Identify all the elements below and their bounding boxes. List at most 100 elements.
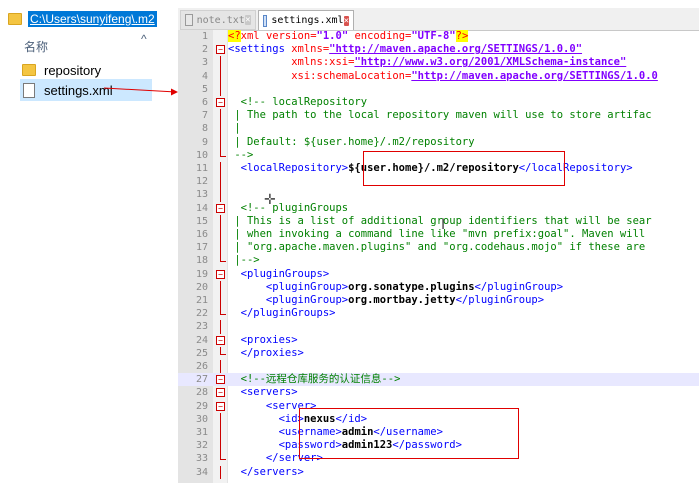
line-number: 6 bbox=[201, 97, 208, 108]
close-icon[interactable]: ✕ bbox=[343, 15, 349, 26]
fold-toggle-icon[interactable]: − bbox=[216, 388, 225, 398]
code-text: </servers> bbox=[228, 466, 304, 479]
fold-end-marker bbox=[220, 307, 226, 316]
code-line[interactable]: 26 bbox=[178, 360, 699, 374]
code-token: <servers> bbox=[228, 386, 298, 399]
line-number: 14 bbox=[195, 202, 208, 214]
code-line[interactable]: 6− <!-- localRepository bbox=[178, 96, 699, 109]
fold-end-marker bbox=[220, 452, 226, 461]
line-number: 10 bbox=[195, 149, 208, 161]
code-line[interactable]: 8 | bbox=[178, 122, 699, 136]
line-number: 1 bbox=[201, 31, 208, 42]
fold-line-marker bbox=[220, 241, 221, 255]
code-token: | Default: ${user.home}/.m2/repository bbox=[228, 135, 475, 148]
code-line[interactable]: 22 </pluginGroups> bbox=[178, 307, 699, 320]
fold-toggle-icon[interactable]: − bbox=[216, 203, 225, 213]
code-token: --> bbox=[228, 148, 254, 161]
code-line[interactable]: 28− <servers> bbox=[178, 386, 699, 399]
code-token: xml bbox=[240, 30, 266, 42]
code-text: | This is a list of additional group ide… bbox=[228, 215, 651, 228]
code-text: --> bbox=[228, 149, 253, 162]
fold-toggle-icon[interactable]: − bbox=[216, 269, 225, 279]
code-token: </proxies> bbox=[228, 346, 304, 359]
fold-end-marker bbox=[220, 254, 226, 263]
code-token: | bbox=[228, 122, 241, 135]
code-line[interactable]: 19− <pluginGroups> bbox=[178, 268, 699, 281]
line-number: 12 bbox=[195, 176, 208, 188]
fold-toggle-icon[interactable]: − bbox=[216, 45, 225, 55]
code-token: org.sonatype.plugins bbox=[348, 280, 475, 293]
code-line[interactable]: 1 <?xml version="1.0" encoding="UTF-8"?> bbox=[178, 30, 699, 43]
code-token: <pluginGroup> bbox=[228, 280, 349, 293]
line-number: 19 bbox=[195, 268, 208, 280]
code-line[interactable]: 18 |--> bbox=[178, 254, 699, 267]
code-token: <!--远程仓库服务的认证信息--> bbox=[228, 373, 401, 386]
fold-line-marker bbox=[220, 465, 221, 479]
fold-toggle-icon[interactable]: − bbox=[216, 401, 225, 411]
fold-toggle-icon[interactable]: − bbox=[216, 335, 225, 345]
code-line[interactable]: 3 xmlns:xsi="http://www.w3.org/2001/XMLS… bbox=[178, 56, 699, 70]
code-line[interactable]: 23 bbox=[178, 320, 699, 334]
code-text: <pluginGroup>org.sonatype.plugins</plugi… bbox=[228, 281, 563, 294]
fold-line-marker bbox=[220, 135, 221, 149]
code-text: | The path to the local repository maven… bbox=[228, 109, 652, 122]
code-token: </pluginGroups> bbox=[228, 307, 336, 320]
line-number: 15 bbox=[195, 215, 208, 227]
code-text: <!-- localRepository bbox=[228, 96, 367, 109]
code-token: </pluginGroup> bbox=[474, 280, 564, 293]
code-text: | when invoking a command line like "mvn… bbox=[228, 228, 645, 241]
code-token: xsi:schemaLocation= bbox=[228, 69, 412, 82]
line-number: 8 bbox=[201, 123, 208, 135]
highlight-box-local-repository bbox=[363, 151, 565, 186]
code-line[interactable]: 5 bbox=[178, 82, 699, 96]
line-number: 34 bbox=[195, 466, 208, 478]
code-line[interactable]: 15 | This is a list of additional group … bbox=[178, 214, 699, 228]
code-line[interactable]: 13 bbox=[178, 188, 699, 202]
code-line[interactable]: 24− <proxies> bbox=[178, 334, 699, 347]
tab-settings-xml[interactable]: settings.xml ✕ bbox=[258, 10, 354, 30]
fold-line-marker bbox=[220, 360, 221, 374]
code-line[interactable]: 17 | "org.apache.maven.plugins" and "org… bbox=[178, 241, 699, 255]
code-line[interactable]: 25 </proxies> bbox=[178, 346, 699, 360]
fold-line-marker bbox=[220, 69, 221, 83]
code-text: <pluginGroups> bbox=[228, 268, 330, 281]
code-line[interactable]: 14− <!-- pluginGroups bbox=[178, 202, 699, 215]
code-text: <?xml version="1.0" encoding="UTF-8"?> bbox=[228, 30, 469, 43]
code-line[interactable]: 34 </servers> bbox=[178, 465, 699, 479]
code-token: <id> bbox=[228, 412, 304, 425]
code-text: <settings xmlns="http://maven.apache.org… bbox=[228, 43, 582, 56]
save-icon bbox=[263, 14, 268, 27]
code-text: <!-- pluginGroups bbox=[228, 202, 348, 215]
code-text: <servers> bbox=[228, 386, 298, 399]
code-token: "UTF-8" bbox=[411, 30, 456, 42]
tab-note-txt[interactable]: note.txt ✕ bbox=[180, 10, 256, 30]
code-line[interactable]: 27− <!--远程仓库服务的认证信息--> bbox=[178, 373, 699, 387]
code-text: |--> bbox=[228, 254, 260, 267]
fold-toggle-icon[interactable]: − bbox=[216, 375, 225, 385]
code-token: | The path to the local repository maven… bbox=[228, 109, 652, 122]
code-line[interactable]: 7 | The path to the local repository mav… bbox=[178, 109, 699, 123]
code-line[interactable]: 16 | when invoking a command line like "… bbox=[178, 228, 699, 242]
tab-label: settings.xml bbox=[271, 15, 344, 26]
code-token: | "org.apache.maven.plugins" and "org.co… bbox=[228, 241, 646, 254]
line-number: 2 bbox=[201, 44, 208, 56]
line-number: 22 bbox=[195, 308, 208, 320]
code-line[interactable]: 9 | Default: ${user.home}/.m2/repository bbox=[178, 135, 699, 149]
code-text: xsi:schemaLocation="http://maven.apache.… bbox=[228, 70, 658, 83]
line-number: 11 bbox=[195, 163, 208, 174]
code-line[interactable]: 21 <pluginGroup>org.mortbay.jetty</plugi… bbox=[178, 294, 699, 308]
line-number: 17 bbox=[195, 242, 208, 254]
code-token: |--> bbox=[228, 254, 260, 267]
crosshair-cursor-icon: ✛ bbox=[264, 192, 276, 208]
line-number: 27 bbox=[195, 374, 208, 386]
code-line[interactable]: 4 xsi:schemaLocation="http://maven.apach… bbox=[178, 69, 699, 83]
code-text: | Default: ${user.home}/.m2/repository bbox=[228, 135, 475, 149]
highlight-box-server-credentials bbox=[299, 408, 519, 459]
fold-toggle-icon[interactable]: − bbox=[216, 98, 225, 107]
close-icon[interactable]: ✕ bbox=[244, 15, 251, 25]
code-line[interactable]: 2− <settings xmlns="http://maven.apache.o… bbox=[178, 43, 699, 56]
code-token: </servers> bbox=[228, 465, 304, 478]
code-token: "1.0" bbox=[316, 30, 349, 42]
code-token: <settings bbox=[228, 43, 292, 56]
code-line[interactable]: 20 <pluginGroup>org.sonatype.plugins</pl… bbox=[178, 280, 699, 294]
